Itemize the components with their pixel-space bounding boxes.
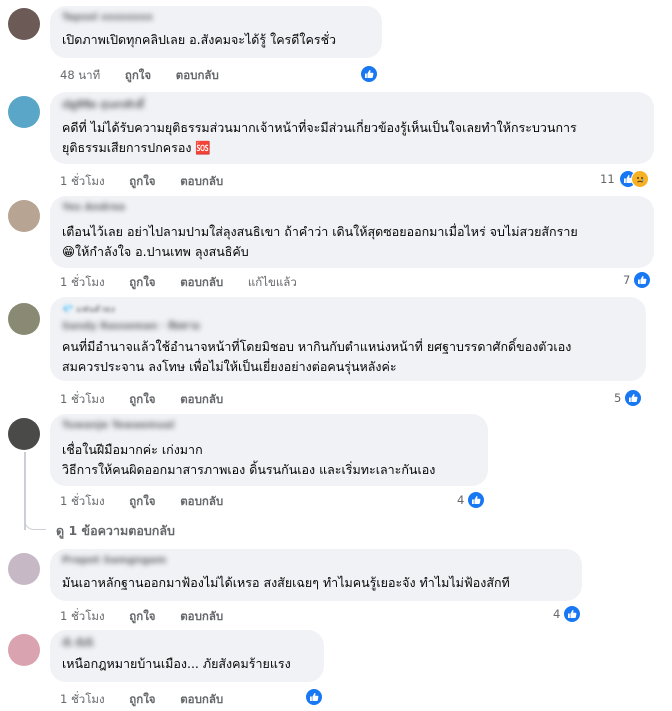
like-button[interactable]: ถูกใจ — [125, 68, 151, 82]
thumbs-up-icon — [305, 688, 323, 706]
comment-time[interactable]: 1 ชั่วโมง — [60, 609, 105, 623]
comment-bubble: ณิ ณิณิ เหนือกฎหมายบ้านเมือง... ภัยสังคม… — [50, 630, 324, 682]
comment-author[interactable]: Yes Andrea — [62, 202, 125, 213]
reaction-summary[interactable] — [360, 65, 378, 83]
like-button[interactable]: ถูกใจ — [129, 609, 155, 623]
like-button[interactable]: ถูกใจ — [129, 174, 155, 188]
reaction-summary[interactable]: 4 — [553, 605, 582, 623]
comment-actions: 48 นาที ถูกใจ ตอบกลับ — [60, 67, 240, 85]
like-button[interactable]: ถูกใจ — [129, 494, 155, 508]
comment-bubble: 💎 แฟนตัวยง Sandy Rasseman · ติดตาม คนที่… — [50, 297, 646, 381]
avatar[interactable] — [8, 96, 40, 128]
fan-badge: 💎 แฟนตัวยง — [62, 305, 115, 315]
like-button[interactable]: ถูกใจ — [129, 692, 155, 706]
comment-author[interactable]: Tapsol xxxxxxxx — [62, 12, 153, 23]
like-button[interactable]: ถูกใจ — [129, 392, 155, 406]
comment-actions: 1 ชั่วโมง ถูกใจ ตอบกลับ — [60, 391, 244, 409]
comment-time[interactable]: 1 ชั่วโมง — [60, 494, 105, 508]
like-button[interactable]: ถูกใจ — [129, 275, 155, 289]
avatar[interactable] — [8, 553, 40, 585]
reply-button[interactable]: ตอบกลับ — [180, 609, 223, 623]
reply-button[interactable]: ตอบกลับ — [180, 692, 223, 706]
avatar[interactable] — [8, 634, 40, 666]
reply-button[interactable]: ตอบกลับ — [180, 494, 223, 508]
reaction-summary[interactable] — [305, 688, 323, 706]
reply-button[interactable]: ตอบกลับ — [180, 174, 223, 188]
comment-actions: 1 ชั่วโมง ถูกใจ ตอบกลับ — [60, 493, 244, 511]
comment-actions: 1 ชั่วโมง ถูกใจ ตอบกลับ — [60, 173, 244, 191]
comment-text: เหนือกฎหมายบ้านเมือง... ภัยสังคมร้ายแรง — [62, 656, 291, 671]
thread-curve — [24, 516, 46, 530]
comment-actions: 1 ชั่วโมง ถูกใจ ตอบกลับ — [60, 608, 244, 626]
view-replies-link[interactable]: ดู 1 ข้อความตอบกลับ — [56, 521, 175, 541]
comment-author[interactable]: ณัฐพิชิต สุนทรศักดิ์ — [62, 98, 144, 111]
thumbs-up-icon — [633, 271, 652, 289]
reaction-summary[interactable]: 11 — [600, 170, 649, 188]
comment-text: มันเอาหลักฐานออกมาฟ้องไม่ได้เหรอ สงสัยเฉ… — [62, 575, 510, 590]
reaction-summary[interactable]: 4 — [457, 491, 486, 509]
comment-actions: 1 ชั่วโมง ถูกใจ ตอบกลับ แก้ไขแล้ว — [60, 274, 318, 292]
reply-button[interactable]: ตอบกลับ — [176, 68, 219, 82]
comment-author[interactable]: Prapot Samgngam — [62, 555, 166, 566]
comment-text: เตือนไว้เลย อย่าไปลามปามใส่ลุงสนธิเขา ถ้… — [62, 224, 578, 259]
comment-text: เชื่อในฝีมือมากค่ะ เก่งมาก วิธีการให้คนผ… — [62, 442, 436, 477]
reaction-count: 4 — [457, 493, 465, 507]
comment-time[interactable]: 1 ชั่วโมง — [60, 174, 105, 188]
reply-button[interactable]: ตอบกลับ — [180, 392, 223, 406]
comment-bubble: ณัฐพิชิต สุนทรศักดิ์ คดีที่ ไม่ได้รับควา… — [50, 92, 654, 164]
thumbs-up-icon — [467, 491, 486, 509]
comment-author[interactable]: Sandy Rasseman · ติดตาม — [62, 319, 200, 332]
reaction-summary[interactable]: 5 — [614, 389, 643, 407]
reaction-count: 5 — [614, 391, 622, 405]
avatar[interactable] — [8, 200, 40, 232]
sad-face-icon — [630, 170, 649, 188]
thumbs-up-icon — [360, 65, 378, 83]
thumbs-up-icon — [563, 605, 582, 623]
comment-time[interactable]: 1 ชั่วโมง — [60, 692, 105, 706]
comment-author[interactable]: Tuwanje Tewaemual — [62, 420, 174, 431]
avatar[interactable] — [8, 8, 40, 40]
comment-actions: 1 ชั่วโมง ถูกใจ ตอบกลับ — [60, 691, 244, 709]
edited-label[interactable]: แก้ไขแล้ว — [248, 275, 297, 289]
reply-button[interactable]: ตอบกลับ — [180, 275, 223, 289]
comment-text: คดีที่ ไม่ได้รับความยุติธรรมส่วนมากเจ้าห… — [62, 120, 577, 155]
reaction-count: 4 — [553, 607, 561, 621]
reaction-count: 11 — [600, 172, 615, 186]
comment-bubble: Prapot Samgngam มันเอาหลักฐานออกมาฟ้องไม… — [50, 549, 582, 601]
comment-bubble: Tapsol xxxxxxxx เปิดภาพเปิดทุกคลิปเลย อ.… — [50, 6, 382, 58]
thumbs-up-icon — [624, 389, 643, 407]
comment-bubble: Tuwanje Tewaemual เชื่อในฝีมือมากค่ะ เก่… — [50, 414, 488, 486]
avatar[interactable] — [8, 418, 40, 450]
comment-author[interactable]: ณิ ณิณิ — [62, 636, 93, 649]
comment-time[interactable]: 48 นาที — [60, 68, 100, 82]
comment-time[interactable]: 1 ชั่วโมง — [60, 392, 105, 406]
avatar[interactable] — [8, 303, 40, 335]
comment-text: คนที่มีอำนาจแล้วใช้อำนาจหน้าที่โดยมิชอบ … — [62, 339, 572, 374]
comment-text: เปิดภาพเปิดทุกคลิปเลย อ.สังคมจะได้รู้ ใค… — [62, 32, 337, 47]
reaction-summary[interactable]: 7 — [623, 271, 652, 289]
reaction-count: 7 — [623, 273, 631, 287]
comment-time[interactable]: 1 ชั่วโมง — [60, 275, 105, 289]
comment-bubble: Yes Andrea เตือนไว้เลย อย่าไปลามปามใส่ลุ… — [50, 196, 654, 268]
